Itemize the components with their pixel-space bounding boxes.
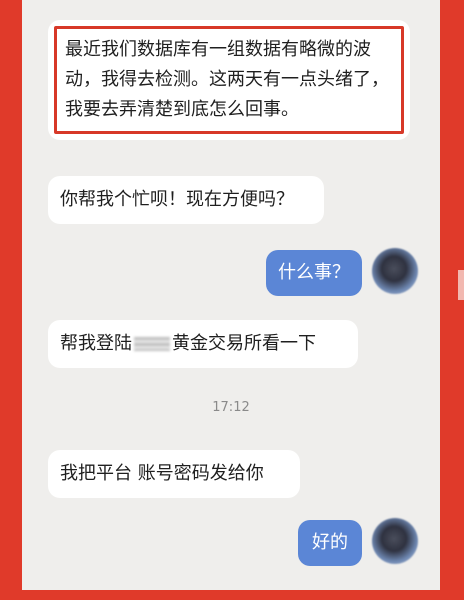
highlight-box: 最近我们数据库有一组数据有略微的波动，我得去检测。这两天有一点头绪了，我要去弄清…	[54, 26, 404, 134]
message-text-after: 黄金交易所看一下	[172, 333, 316, 354]
message-text: 好的	[312, 532, 348, 553]
message-timestamp: 17:12	[212, 400, 250, 415]
user-avatar-icon[interactable]	[372, 518, 418, 564]
message-bubble-incoming-3[interactable]: 帮我登陆 黄金交易所看一下	[48, 320, 358, 368]
user-avatar-icon[interactable]	[372, 248, 418, 294]
message-bubble-incoming-4[interactable]: 我把平台 账号密码发给你	[48, 450, 300, 498]
message-bubble-outgoing-1[interactable]: 什么事？	[266, 250, 362, 296]
message-bubble-incoming-2[interactable]: 你帮我个忙呗！现在方便吗？	[48, 176, 324, 224]
redacted-blur	[134, 337, 170, 351]
chat-screen: 最近我们数据库有一组数据有略微的波动，我得去检测。这两天有一点头绪了，我要去弄清…	[22, 0, 440, 590]
message-text: 我把平台 账号密码发给你	[60, 463, 264, 484]
message-text: 什么事？	[278, 262, 350, 283]
edge-highlight	[458, 270, 464, 300]
message-bubble-incoming-1[interactable]: 最近我们数据库有一组数据有略微的波动，我得去检测。这两天有一点头绪了，我要去弄清…	[48, 20, 410, 140]
message-text: 你帮我个忙呗！现在方便吗？	[60, 189, 294, 210]
message-text: 最近我们数据库有一组数据有略微的波动，我得去检测。这两天有一点头绪了，我要去弄清…	[65, 39, 389, 120]
message-bubble-outgoing-2[interactable]: 好的	[298, 520, 362, 566]
message-text-before: 帮我登陆	[60, 333, 132, 354]
